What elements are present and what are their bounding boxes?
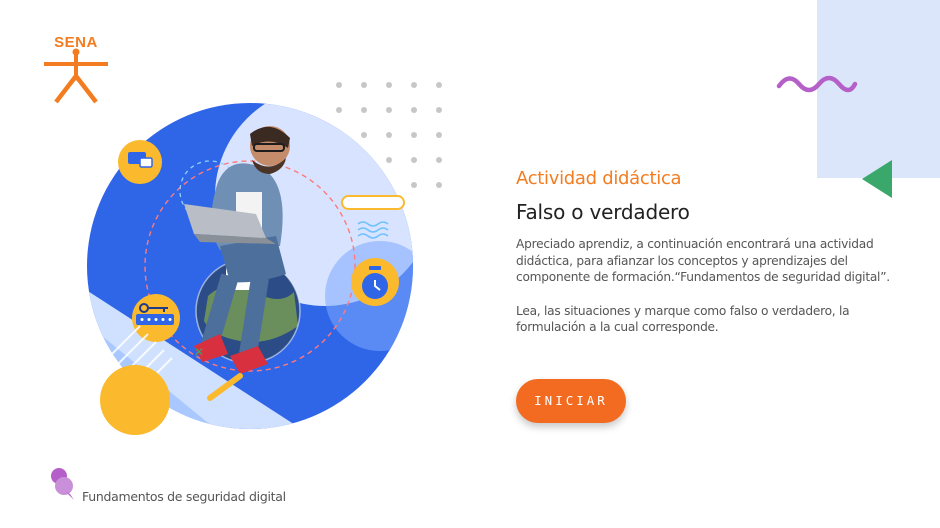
sena-logo: SENA [40, 34, 112, 104]
wave-decoration-icon [776, 75, 858, 93]
svg-text:✕: ✕ [194, 345, 204, 359]
course-name: Fundamentos de seguridad digital [82, 489, 286, 504]
course-badge-icon [51, 468, 74, 500]
intro-text: Apreciado aprendiz, a continuación encon… [516, 237, 890, 284]
instruction-text: Lea, las situaciones y marque como falso… [516, 303, 850, 335]
start-button[interactable]: INICIAR [516, 379, 626, 423]
activity-eyebrow: Actividad didáctica [516, 168, 682, 189]
hero-illustration: ✕ [85, 101, 415, 435]
activity-content: Actividad didáctica Falso o verdadero Ap… [516, 168, 896, 336]
page-title: Falso o verdadero [516, 200, 690, 224]
